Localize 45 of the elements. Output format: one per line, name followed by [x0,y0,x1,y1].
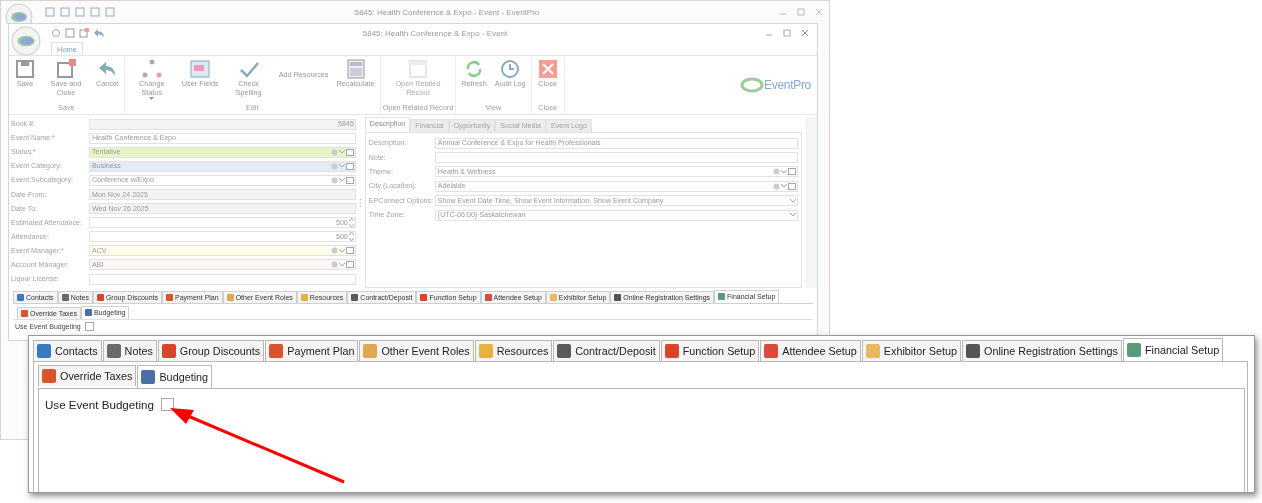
dropdown-caret-icon[interactable] [338,263,345,267]
dropdown-caret-icon[interactable] [338,150,345,155]
maximize-icon[interactable] [797,8,805,16]
close-icon[interactable] [801,29,809,37]
dropdown-caret-icon[interactable] [781,184,788,189]
dropdown-caret-icon[interactable] [338,178,345,183]
tab[interactable]: Notes [102,340,157,361]
dropdown-caret-icon[interactable] [790,213,797,218]
maximize-icon[interactable] [783,29,791,37]
undo-arrow-icon[interactable] [93,28,105,38]
window-title: 5845: Health Conference & Expo - Event [361,28,509,38]
caret-icon [149,97,155,100]
tab[interactable]: Group Discounts [157,340,265,361]
tab[interactable]: Other Event Roles [359,340,474,361]
scrollbar[interactable] [806,117,817,288]
nodes-icon [140,58,163,80]
tab[interactable]: Financial Setup [1122,338,1224,361]
dropdown-caret-icon[interactable] [338,248,345,253]
close-icon[interactable] [815,8,823,16]
spin-arrows-icon[interactable] [348,218,354,228]
tab[interactable]: Attendee Setup [760,340,861,361]
tab[interactable]: Function Setup [660,340,760,361]
window-title: 5845: Health Conference & Expo - Event - EventPro [353,7,541,17]
text-field[interactable] [89,273,356,285]
logo-text: EventPro [764,78,811,92]
tab[interactable]: Resources [474,340,553,361]
dropdown-caret-icon[interactable] [781,169,788,174]
checkbox[interactable] [84,322,94,331]
tab[interactable]: Exhibitor Setup [861,340,962,361]
window-icon [406,58,429,80]
splitter-grip-icon[interactable] [358,197,362,208]
checkbox[interactable] [160,398,174,411]
tab[interactable]: Override Taxes [38,365,137,386]
tab[interactable]: Contract/Deposit [553,340,660,361]
spin-arrows-icon[interactable] [348,232,354,242]
text-field[interactable] [434,152,799,164]
tab[interactable]: Contacts [33,340,102,361]
tab[interactable]: Online Registration Settings [962,340,1122,361]
tab[interactable]: Payment Plan [265,340,359,361]
clock-icon [499,58,522,80]
tab[interactable]: Budgeting [137,365,213,388]
swoosh-icon [740,77,765,93]
checkbox-label: Use Event Budgeting [45,398,154,411]
dropdown-caret-icon[interactable] [338,164,345,169]
dropdown-caret-icon[interactable] [790,198,797,203]
